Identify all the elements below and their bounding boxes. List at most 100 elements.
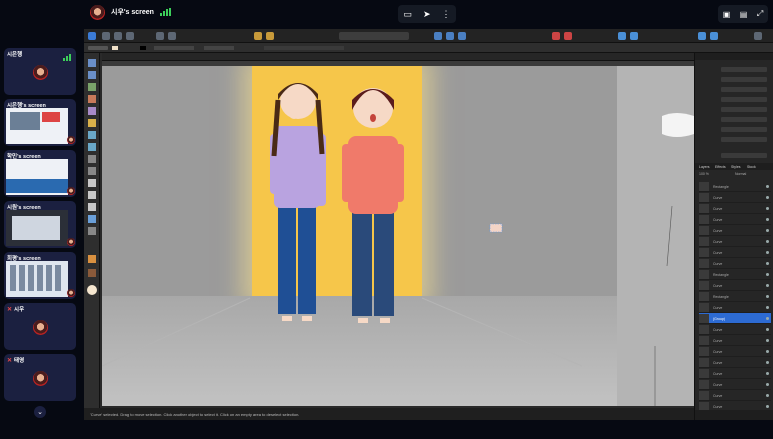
align-icon[interactable] xyxy=(446,32,454,40)
layout-icon[interactable]: ▤ xyxy=(740,10,748,19)
canvas[interactable] xyxy=(102,66,694,406)
transparency-tool-icon[interactable] xyxy=(88,155,96,163)
visibility-icon[interactable] xyxy=(766,251,769,254)
layer-row[interactable]: Curve xyxy=(699,335,771,346)
shape-tool-icon[interactable] xyxy=(88,179,96,187)
settings-icon[interactable] xyxy=(156,32,164,40)
assistant-icon[interactable] xyxy=(710,32,718,40)
arrange-icon[interactable] xyxy=(630,32,638,40)
participant-tile[interactable]: 희평's screen xyxy=(4,252,76,299)
visibility-icon[interactable] xyxy=(766,229,769,232)
participant-tile[interactable]: 학민's screen xyxy=(4,150,76,197)
visibility-icon[interactable] xyxy=(766,350,769,353)
gradient-tool-icon[interactable] xyxy=(88,143,96,151)
layer-row[interactable]: Curve xyxy=(699,280,771,291)
monitor-icon[interactable]: ▭ xyxy=(403,9,412,20)
color-picker-icon[interactable] xyxy=(88,255,96,263)
layer-row[interactable]: Curve xyxy=(699,390,771,401)
visibility-icon[interactable] xyxy=(766,317,769,320)
persona-icon[interactable] xyxy=(102,32,110,40)
ellipse-tool-icon[interactable] xyxy=(88,191,96,199)
snap-icon[interactable] xyxy=(266,32,274,40)
layer-row[interactable]: Rectangle xyxy=(699,291,771,302)
layer-row[interactable]: Curve xyxy=(699,225,771,236)
layer-row[interactable]: Rectangle xyxy=(699,269,771,280)
visibility-icon[interactable] xyxy=(766,284,769,287)
visibility-icon[interactable] xyxy=(766,295,769,298)
visibility-icon[interactable] xyxy=(766,339,769,342)
visibility-icon[interactable] xyxy=(766,207,769,210)
layer-row[interactable]: Curve xyxy=(699,324,771,335)
visibility-icon[interactable] xyxy=(766,262,769,265)
visibility-icon[interactable] xyxy=(766,196,769,199)
visibility-icon[interactable] xyxy=(766,383,769,386)
arrange-icon[interactable] xyxy=(618,32,626,40)
layer-row[interactable]: (Group) xyxy=(699,313,771,324)
fill-swatch[interactable] xyxy=(87,285,97,295)
layer-row[interactable]: Curve xyxy=(699,357,771,368)
signal-icon xyxy=(159,8,171,16)
layer-row[interactable]: Curve xyxy=(699,346,771,357)
visibility-icon[interactable] xyxy=(766,185,769,188)
persona-icon[interactable] xyxy=(114,32,122,40)
node-tool-icon[interactable] xyxy=(88,71,96,79)
visibility-icon[interactable] xyxy=(766,405,769,408)
zoom-field[interactable] xyxy=(339,32,409,40)
participant-tile[interactable]: 시은행 xyxy=(4,48,76,95)
settings-icon[interactable] xyxy=(168,32,176,40)
tab-stock[interactable]: Stock xyxy=(747,165,756,169)
participant-tile[interactable]: ✕ 시우 xyxy=(4,303,76,350)
visibility-icon[interactable] xyxy=(766,240,769,243)
more-icon[interactable]: ⋮ xyxy=(441,9,450,20)
boolean-icon[interactable] xyxy=(564,32,572,40)
tab-layers[interactable]: Layers xyxy=(699,165,710,169)
visibility-icon[interactable] xyxy=(766,372,769,375)
layer-row[interactable]: Curve xyxy=(699,203,771,214)
pen-tool-icon[interactable] xyxy=(88,95,96,103)
layer-row[interactable]: Curve xyxy=(699,258,771,269)
screen-view-icon[interactable]: ▣ xyxy=(723,10,731,19)
visibility-icon[interactable] xyxy=(766,328,769,331)
chevron-down-icon[interactable]: ⌄ xyxy=(34,406,46,418)
persona-icon[interactable] xyxy=(126,32,134,40)
layer-row[interactable]: Rectangle xyxy=(699,181,771,192)
screen-thumbnail xyxy=(6,108,68,144)
blend-mode-select[interactable]: Normal xyxy=(735,172,746,176)
fullscreen-icon[interactable]: ⤢ xyxy=(757,9,763,19)
stroke-swatch-icon[interactable] xyxy=(88,269,96,277)
boolean-icon[interactable] xyxy=(552,32,560,40)
move-tool-icon[interactable] xyxy=(88,59,96,67)
layer-row[interactable]: Curve xyxy=(699,214,771,225)
participant-tile[interactable]: 시은행's screen xyxy=(4,99,76,146)
crop-tool-icon[interactable] xyxy=(88,167,96,175)
visibility-icon[interactable] xyxy=(766,361,769,364)
align-icon[interactable] xyxy=(458,32,466,40)
brush-tool-icon[interactable] xyxy=(88,119,96,127)
visibility-icon[interactable] xyxy=(766,218,769,221)
visibility-icon[interactable] xyxy=(766,306,769,309)
visibility-icon[interactable] xyxy=(766,273,769,276)
participant-tile[interactable]: 시원's screen xyxy=(4,201,76,248)
participant-tile[interactable]: ✕ 태영 xyxy=(4,354,76,401)
align-icon[interactable] xyxy=(434,32,442,40)
view-tool-icon[interactable] xyxy=(88,227,96,235)
window-icon[interactable] xyxy=(754,32,762,40)
tab-styles[interactable]: Styles xyxy=(731,165,741,169)
layer-row[interactable]: Curve xyxy=(699,247,771,258)
artboard-tool-icon[interactable] xyxy=(88,83,96,91)
layer-row[interactable]: Curve xyxy=(699,236,771,247)
visibility-icon[interactable] xyxy=(766,394,769,397)
text-tool-icon[interactable] xyxy=(88,203,96,211)
assistant-icon[interactable] xyxy=(698,32,706,40)
layer-row[interactable]: Curve xyxy=(699,379,771,390)
tab-effects[interactable]: Effects xyxy=(715,165,726,169)
pencil-tool-icon[interactable] xyxy=(88,107,96,115)
opacity-value[interactable]: 100 % xyxy=(699,172,709,176)
fill-tool-icon[interactable] xyxy=(88,131,96,139)
zoom-tool-icon[interactable] xyxy=(88,215,96,223)
layer-row[interactable]: Curve xyxy=(699,192,771,203)
snap-icon[interactable] xyxy=(254,32,262,40)
pointer-icon[interactable]: ➤ xyxy=(423,9,431,20)
layer-row[interactable]: Curve xyxy=(699,368,771,379)
layer-row[interactable]: Curve xyxy=(699,302,771,313)
